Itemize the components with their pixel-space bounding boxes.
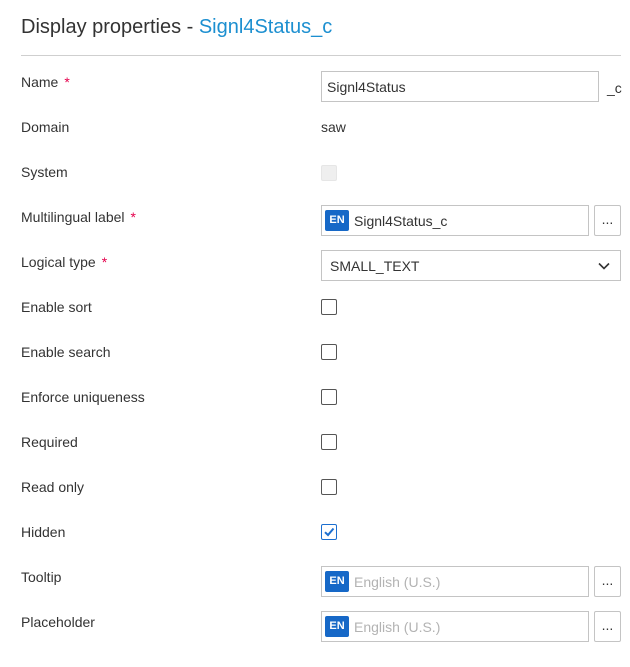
- name-input[interactable]: [321, 71, 599, 102]
- logical-type-value: SMALL_TEXT: [330, 258, 420, 274]
- logical-type-select[interactable]: SMALL_TEXT: [321, 250, 621, 281]
- placeholder-label: Placeholder: [21, 614, 95, 630]
- enable-sort-checkbox[interactable]: [321, 299, 337, 315]
- multilingual-label-label: Multilingual label *: [21, 209, 136, 225]
- tooltip-field[interactable]: EN English (U.S.): [321, 566, 589, 597]
- required-asterisk: *: [130, 209, 136, 225]
- language-badge: EN: [325, 210, 349, 231]
- enable-search-label: Enable search: [21, 344, 111, 360]
- page-title: Display properties - Signl4Status_c: [21, 14, 332, 40]
- system-label: System: [21, 164, 68, 180]
- placeholder-placeholder: English (U.S.): [354, 619, 441, 635]
- tooltip-placeholder: English (U.S.): [354, 574, 441, 590]
- read-only-checkbox[interactable]: [321, 479, 337, 495]
- multilingual-label-field[interactable]: EN Signl4Status_c: [321, 205, 589, 236]
- enforce-uniqueness-label: Enforce uniqueness: [21, 389, 145, 405]
- language-badge: EN: [325, 571, 349, 592]
- hidden-label: Hidden: [21, 524, 66, 540]
- multilingual-label-value: Signl4Status_c: [354, 213, 448, 229]
- placeholder-more-button[interactable]: ...: [594, 611, 621, 642]
- hidden-checkbox[interactable]: [321, 524, 337, 540]
- checkmark-icon: [324, 527, 335, 537]
- entity-name: Signl4Status_c: [198, 16, 333, 38]
- header-divider: [21, 55, 621, 56]
- name-label: Name *: [21, 74, 70, 90]
- enforce-uniqueness-checkbox[interactable]: [321, 389, 337, 405]
- read-only-label: Read only: [21, 479, 85, 495]
- page-title-prefix: Display properties -: [21, 16, 199, 38]
- enable-sort-label: Enable sort: [21, 299, 92, 315]
- language-badge: EN: [325, 616, 349, 637]
- required-checkbox[interactable]: [321, 434, 337, 450]
- tooltip-label: Tooltip: [21, 569, 62, 585]
- required-asterisk: *: [101, 254, 108, 270]
- required-label: Required: [21, 434, 78, 450]
- domain-value: saw: [321, 119, 346, 135]
- placeholder-field[interactable]: EN English (U.S.): [321, 611, 589, 642]
- name-suffix: _c: [607, 80, 622, 96]
- multilingual-label-more-button[interactable]: ...: [594, 205, 621, 236]
- chevron-down-icon: [598, 262, 610, 270]
- required-asterisk: *: [64, 74, 70, 90]
- enable-search-checkbox[interactable]: [321, 344, 337, 360]
- domain-label: Domain: [21, 119, 70, 135]
- tooltip-more-button[interactable]: ...: [594, 566, 621, 597]
- logical-type-label: Logical type *: [21, 254, 108, 270]
- system-checkbox: [321, 165, 337, 181]
